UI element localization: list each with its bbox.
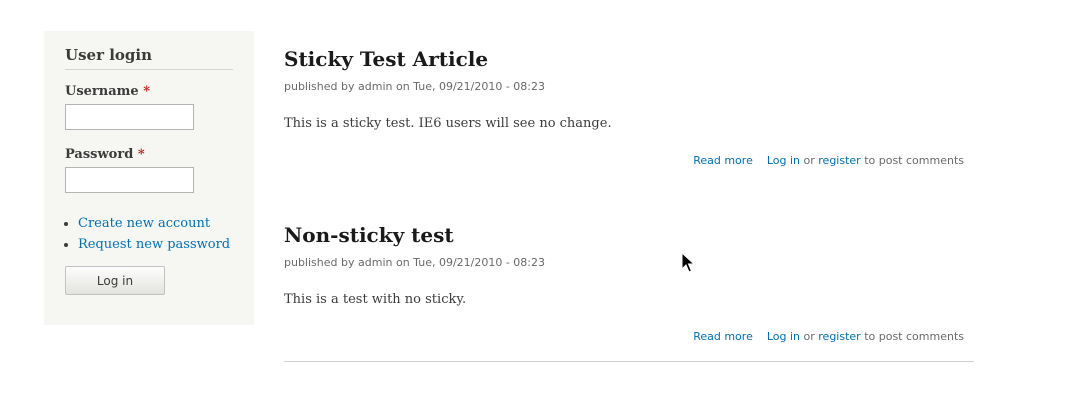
or-text: or bbox=[803, 154, 815, 167]
username-label: Username * bbox=[65, 84, 150, 99]
article-meta: published by admin on Tue, 09/21/2010 - … bbox=[284, 256, 545, 269]
mouse-pointer-icon bbox=[681, 252, 695, 273]
or-text: or bbox=[803, 330, 815, 343]
required-marker: * bbox=[143, 84, 151, 99]
meta-date: on Tue, 09/21/2010 - 08:23 bbox=[395, 80, 546, 93]
article-body: This is a sticky test. IE6 users will se… bbox=[284, 116, 612, 131]
user-login-block: User login Username * Password * Create … bbox=[44, 31, 254, 325]
login-button[interactable]: Log in bbox=[65, 266, 165, 295]
article-links: Read more Log in or register to post comm… bbox=[693, 154, 964, 167]
article-non-sticky: Non-sticky test published by admin on Tu… bbox=[284, 222, 974, 343]
article-meta: published by admin on Tue, 09/21/2010 - … bbox=[284, 80, 545, 93]
register-link[interactable]: register bbox=[818, 154, 860, 167]
required-marker: * bbox=[137, 147, 145, 162]
article-links: Read more Log in or register to post comm… bbox=[693, 330, 964, 343]
meta-prefix: published by bbox=[284, 80, 355, 93]
request-password-link[interactable]: Request new password bbox=[78, 237, 230, 252]
create-account-link[interactable]: Create new account bbox=[78, 216, 210, 231]
login-links-list: Create new account Request new password bbox=[65, 213, 230, 255]
post-comments-text: to post comments bbox=[864, 154, 964, 167]
meta-date: on Tue, 09/21/2010 - 08:23 bbox=[395, 256, 546, 269]
article-sticky: Sticky Test Article published by admin o… bbox=[284, 46, 974, 167]
author-link[interactable]: admin bbox=[358, 256, 392, 269]
username-label-text: Username bbox=[65, 84, 139, 99]
block-title: User login bbox=[65, 46, 233, 70]
article-title-link[interactable]: Sticky Test Article bbox=[284, 47, 488, 71]
article-title[interactable]: Non-sticky test bbox=[284, 222, 974, 248]
meta-prefix: published by bbox=[284, 256, 355, 269]
password-label-text: Password bbox=[65, 147, 134, 162]
article-title[interactable]: Sticky Test Article bbox=[284, 46, 974, 72]
list-item: Request new password bbox=[78, 234, 230, 255]
read-more-link[interactable]: Read more bbox=[693, 154, 753, 167]
author-link[interactable]: admin bbox=[358, 80, 392, 93]
list-item: Create new account bbox=[78, 213, 230, 234]
content-divider bbox=[284, 361, 974, 362]
password-input[interactable] bbox=[65, 167, 194, 193]
username-input[interactable] bbox=[65, 104, 194, 130]
login-link[interactable]: Log in bbox=[767, 330, 800, 343]
register-link[interactable]: register bbox=[818, 330, 860, 343]
read-more-link[interactable]: Read more bbox=[693, 330, 753, 343]
login-link[interactable]: Log in bbox=[767, 154, 800, 167]
post-comments-text: to post comments bbox=[864, 330, 964, 343]
password-label: Password * bbox=[65, 147, 145, 162]
article-body: This is a test with no sticky. bbox=[284, 292, 467, 307]
article-title-link[interactable]: Non-sticky test bbox=[284, 223, 454, 247]
